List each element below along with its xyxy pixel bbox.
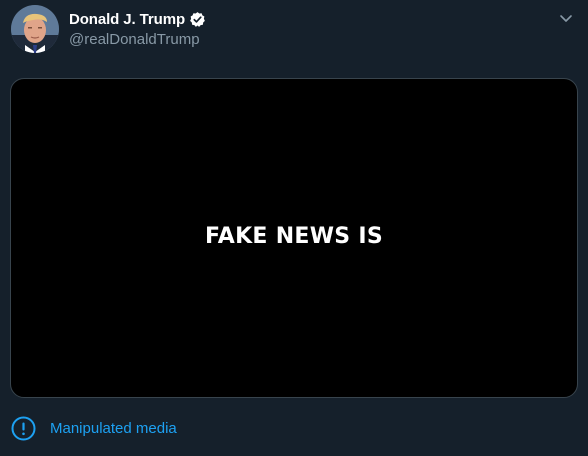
verified-badge-icon xyxy=(189,11,206,28)
media-caption: FAKE NEWS IS xyxy=(204,224,384,249)
avatar-photo xyxy=(11,5,59,53)
manipulated-media-label[interactable]: Manipulated media xyxy=(50,420,177,437)
chevron-down-icon[interactable] xyxy=(559,11,573,22)
author-handle[interactable]: @realDonaldTrump xyxy=(69,31,206,48)
exclamation-circle-icon xyxy=(11,416,36,441)
media-video[interactable]: FAKE NEWS IS xyxy=(10,78,578,398)
tweet-header: Donald J. Trump @realDonaldTrump xyxy=(11,5,579,55)
display-name[interactable]: Donald J. Trump xyxy=(69,11,185,28)
avatar[interactable] xyxy=(11,5,59,53)
tweet: Donald J. Trump @realDonaldTrump FAKE NE… xyxy=(0,0,588,456)
manipulated-media-notice[interactable]: Manipulated media xyxy=(11,415,177,441)
display-name-row: Donald J. Trump xyxy=(69,9,206,29)
author-names: Donald J. Trump @realDonaldTrump xyxy=(69,9,206,48)
